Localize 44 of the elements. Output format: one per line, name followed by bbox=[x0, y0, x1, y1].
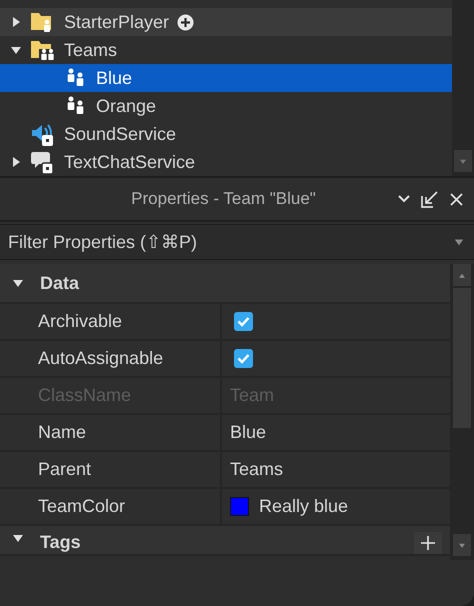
scroll-down-button[interactable] bbox=[453, 534, 471, 556]
caret-icon bbox=[457, 542, 467, 548]
color-swatch[interactable] bbox=[230, 497, 249, 516]
checkbox[interactable] bbox=[234, 312, 253, 331]
tree-item[interactable]: SoundService bbox=[0, 120, 452, 148]
section-header[interactable]: Data bbox=[0, 264, 450, 304]
close-icon[interactable] bbox=[449, 192, 464, 206]
dock-icon[interactable] bbox=[421, 190, 439, 208]
tree-item[interactable]: Blue bbox=[0, 64, 452, 92]
collapse-arrow-icon[interactable] bbox=[12, 532, 24, 544]
chevron-icon[interactable] bbox=[397, 194, 411, 204]
plus-icon bbox=[420, 535, 436, 551]
property-name: Parent bbox=[0, 452, 222, 487]
property-value[interactable]: Blue bbox=[230, 422, 266, 443]
add-icon[interactable] bbox=[177, 14, 194, 30]
panel-title: Properties - Team "Blue" bbox=[130, 189, 317, 209]
speaker-icon bbox=[30, 122, 56, 146]
expand-arrow-icon[interactable] bbox=[10, 16, 22, 28]
checkmark-icon bbox=[237, 353, 250, 364]
scroll-down-button[interactable] bbox=[454, 150, 472, 172]
property-name: AutoAssignable bbox=[0, 341, 222, 376]
property-name: Name bbox=[0, 415, 222, 450]
add-tag-button[interactable] bbox=[414, 532, 442, 554]
checkbox[interactable] bbox=[234, 349, 253, 368]
expand-arrow-icon[interactable] bbox=[10, 44, 22, 56]
folder-people-icon bbox=[30, 38, 56, 62]
caret-icon bbox=[457, 272, 467, 278]
property-name: TeamColor bbox=[0, 489, 222, 524]
caret-icon bbox=[453, 237, 465, 247]
tree-item[interactable]: TextChatService bbox=[0, 148, 452, 176]
property-name: Archivable bbox=[0, 304, 222, 339]
property-value[interactable]: Really blue bbox=[259, 496, 348, 517]
tree-item[interactable]: Orange bbox=[0, 92, 452, 120]
tree-item[interactable]: Teams bbox=[0, 36, 452, 64]
tree-item[interactable]: StarterPlayer bbox=[0, 8, 452, 36]
section-title: Data bbox=[40, 272, 80, 294]
collapse-arrow-icon[interactable] bbox=[12, 277, 24, 289]
section-title: Tags bbox=[40, 532, 82, 553]
scroll-up-button[interactable] bbox=[453, 264, 471, 286]
section-header[interactable]: Tags bbox=[0, 526, 450, 556]
caret-icon bbox=[458, 158, 468, 164]
expand-arrow-icon[interactable] bbox=[10, 156, 22, 168]
property-value[interactable]: Teams bbox=[230, 459, 284, 480]
checkmark-icon bbox=[237, 316, 250, 327]
